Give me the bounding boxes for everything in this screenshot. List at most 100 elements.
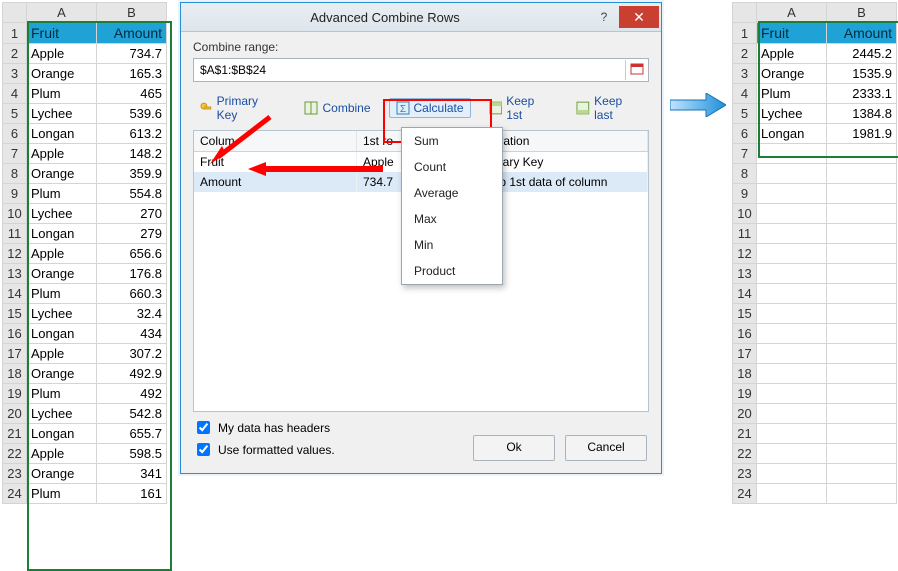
cell[interactable]: Longan — [27, 424, 97, 444]
row-header[interactable]: 18 — [733, 364, 757, 384]
cell[interactable]: Lychee — [757, 104, 827, 124]
cell[interactable]: 2445.2 — [827, 44, 897, 64]
cell[interactable]: 1535.9 — [827, 64, 897, 84]
ok-button[interactable]: Ok — [473, 435, 555, 461]
dropdown-min[interactable]: Min — [402, 232, 502, 258]
cell[interactable] — [827, 164, 897, 184]
row-header[interactable]: 7 — [3, 144, 27, 164]
cell[interactable] — [827, 284, 897, 304]
calculate-button[interactable]: Σ Calculate — [389, 98, 471, 118]
row-header[interactable]: 2 — [3, 44, 27, 64]
cell[interactable] — [757, 304, 827, 324]
cell[interactable]: 32.4 — [97, 304, 167, 324]
cell[interactable]: Orange — [27, 164, 97, 184]
cell[interactable]: Plum — [27, 484, 97, 504]
row-header[interactable]: 12 — [733, 244, 757, 264]
cell[interactable] — [827, 384, 897, 404]
cell[interactable] — [757, 224, 827, 244]
cell[interactable]: Longan — [27, 124, 97, 144]
cell[interactable]: 279 — [97, 224, 167, 244]
cell[interactable]: Lychee — [27, 204, 97, 224]
cell[interactable]: 161 — [97, 484, 167, 504]
columns-grid[interactable]: Colum 1st ro peration Fruit Apple rimary… — [193, 130, 649, 412]
grid-col-column[interactable]: Colum — [194, 131, 357, 152]
row-header[interactable]: 18 — [3, 364, 27, 384]
row-header[interactable]: 13 — [3, 264, 27, 284]
cell[interactable]: 655.7 — [97, 424, 167, 444]
cell[interactable]: Orange — [27, 464, 97, 484]
row-header[interactable]: 16 — [3, 324, 27, 344]
combine-button[interactable]: Combine — [298, 99, 376, 117]
dropdown-sum[interactable]: Sum — [402, 128, 502, 154]
cell[interactable]: Orange — [27, 264, 97, 284]
cell[interactable]: Plum — [27, 284, 97, 304]
row-header[interactable]: 21 — [3, 424, 27, 444]
cell[interactable] — [827, 444, 897, 464]
cell[interactable]: Plum — [757, 84, 827, 104]
dropdown-average[interactable]: Average — [402, 180, 502, 206]
cell[interactable]: 341 — [97, 464, 167, 484]
header-cell-fruit[interactable]: Fruit — [27, 23, 97, 44]
row-header[interactable]: 11 — [3, 224, 27, 244]
cell[interactable]: Apple — [757, 44, 827, 64]
cell[interactable]: Plum — [27, 384, 97, 404]
cell[interactable]: 1981.9 — [827, 124, 897, 144]
cell[interactable] — [757, 264, 827, 284]
row-header[interactable]: 23 — [3, 464, 27, 484]
cell[interactable]: Longan — [757, 124, 827, 144]
row-header[interactable]: 2 — [733, 44, 757, 64]
dropdown-count[interactable]: Count — [402, 154, 502, 180]
cell[interactable] — [827, 244, 897, 264]
cell[interactable]: Apple — [27, 244, 97, 264]
cell[interactable]: 492 — [97, 384, 167, 404]
row-header[interactable]: 8 — [733, 164, 757, 184]
header-cell-fruit[interactable]: Fruit — [757, 23, 827, 44]
cell[interactable]: Orange — [757, 64, 827, 84]
cell[interactable] — [827, 204, 897, 224]
row-header[interactable]: 14 — [733, 284, 757, 304]
cell[interactable] — [827, 224, 897, 244]
row-header[interactable]: 1 — [3, 23, 27, 44]
cell[interactable]: Apple — [27, 44, 97, 64]
header-cell-amount[interactable]: Amount — [97, 23, 167, 44]
cell[interactable]: Orange — [27, 64, 97, 84]
cell[interactable]: 165.3 — [97, 64, 167, 84]
keep-first-button[interactable]: Keep 1st — [483, 92, 559, 124]
cell[interactable]: 148.2 — [97, 144, 167, 164]
row-header[interactable]: 10 — [733, 204, 757, 224]
keep-last-button[interactable]: Keep last — [570, 92, 649, 124]
cell[interactable]: Orange — [27, 364, 97, 384]
row-header[interactable]: 7 — [733, 144, 757, 164]
cell[interactable] — [757, 424, 827, 444]
row-header[interactable]: 3 — [3, 64, 27, 84]
cell[interactable] — [757, 384, 827, 404]
row-header[interactable]: 22 — [3, 444, 27, 464]
cell[interactable]: 598.5 — [97, 444, 167, 464]
header-cell-amount[interactable]: Amount — [827, 23, 897, 44]
cell[interactable] — [757, 184, 827, 204]
cell[interactable]: Lychee — [27, 404, 97, 424]
cell[interactable]: 465 — [97, 84, 167, 104]
cell[interactable] — [757, 144, 827, 164]
row-header[interactable]: 9 — [3, 184, 27, 204]
cell[interactable] — [827, 464, 897, 484]
cell[interactable] — [827, 364, 897, 384]
cell[interactable]: 492.9 — [97, 364, 167, 384]
cell[interactable]: Longan — [27, 324, 97, 344]
cell[interactable] — [827, 404, 897, 424]
left-spreadsheet[interactable]: A B 1 Fruit Amount 2 Apple 734.73 Orange… — [2, 2, 167, 504]
right-spreadsheet[interactable]: A B 1 Fruit Amount 2 Apple 2445.23 Orang… — [732, 2, 897, 504]
help-button[interactable]: ? — [589, 6, 619, 28]
cell[interactable] — [757, 464, 827, 484]
cell[interactable] — [757, 284, 827, 304]
cell[interactable]: 307.2 — [97, 344, 167, 364]
row-header[interactable]: 9 — [733, 184, 757, 204]
cell[interactable] — [757, 404, 827, 424]
cell[interactable] — [757, 344, 827, 364]
cell[interactable]: 270 — [97, 204, 167, 224]
row-header[interactable]: 5 — [733, 104, 757, 124]
cell[interactable]: Longan — [27, 224, 97, 244]
row-header[interactable]: 15 — [3, 304, 27, 324]
row-header[interactable]: 11 — [733, 224, 757, 244]
cell[interactable] — [827, 304, 897, 324]
